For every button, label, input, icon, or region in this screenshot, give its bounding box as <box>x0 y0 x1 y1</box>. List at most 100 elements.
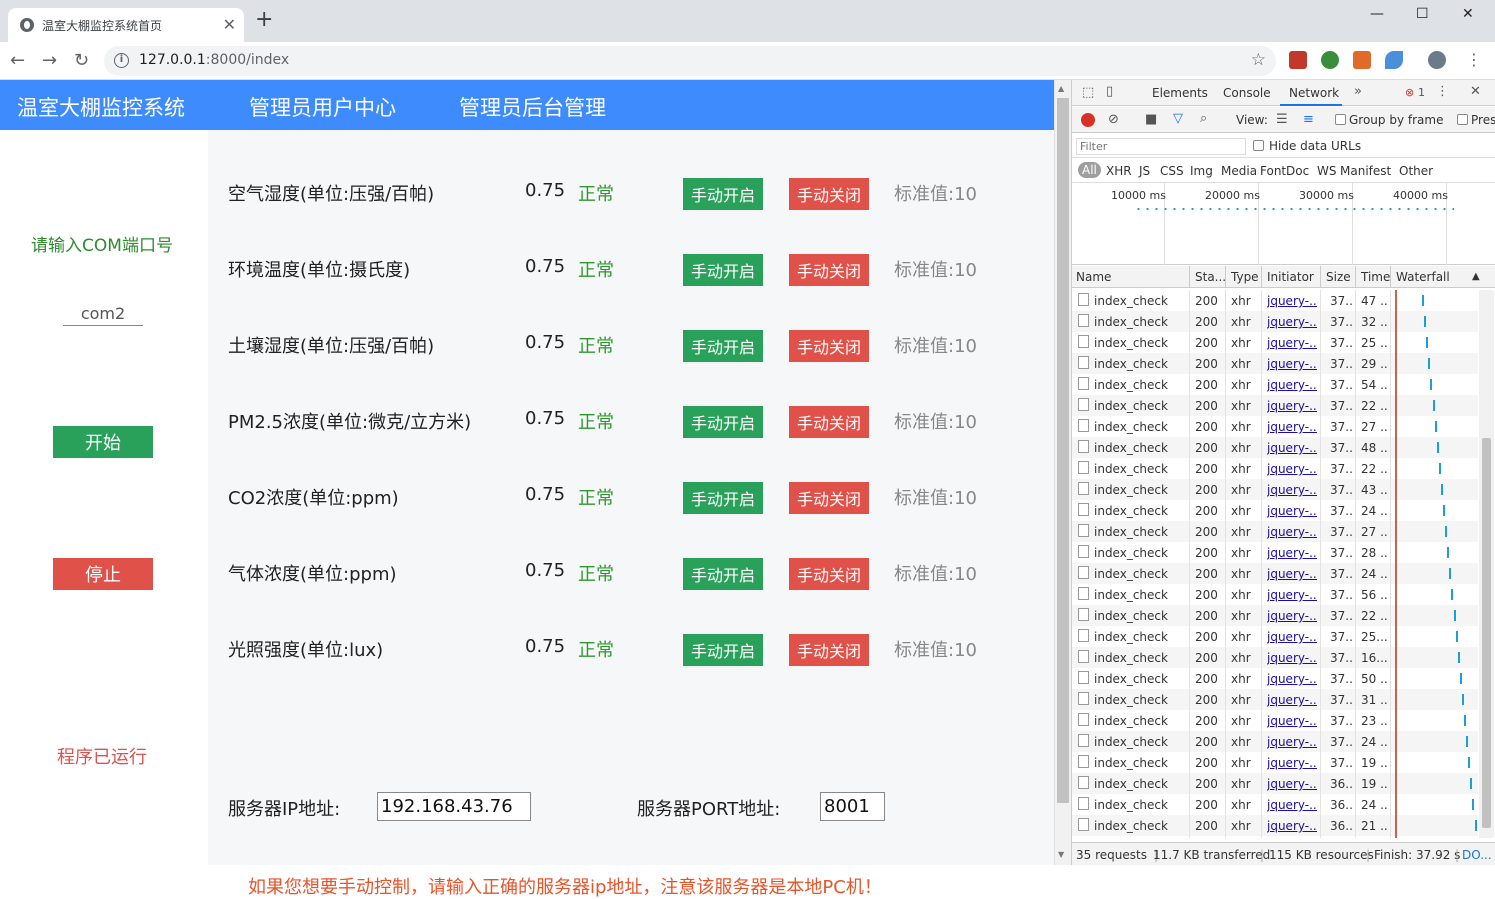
manual-on-button[interactable]: 手动开启 <box>683 634 763 666</box>
request-row[interactable]: index_check 200 xhr jquery-... 37... 22 ... <box>1072 395 1478 416</box>
page-scrollbar[interactable]: ▲ ▼ <box>1054 80 1071 865</box>
request-initiator[interactable]: jquery-... <box>1267 651 1317 665</box>
request-name[interactable]: index_check <box>1094 546 1186 560</box>
col-waterfall[interactable]: Waterfall <box>1396 270 1450 284</box>
request-name[interactable]: index_check <box>1094 567 1186 581</box>
request-row[interactable]: index_check 200 xhr jquery-... 36... 19 ... <box>1072 773 1478 794</box>
request-name[interactable]: index_check <box>1094 819 1186 833</box>
request-name[interactable]: index_check <box>1094 378 1186 392</box>
screenshot-camera-icon[interactable]: ■ <box>1145 112 1157 127</box>
filter-type-manifest[interactable]: Manifest <box>1340 164 1391 178</box>
filter-input[interactable] <box>1076 138 1246 155</box>
filter-type-media[interactable]: Media <box>1221 164 1257 178</box>
request-name[interactable]: index_check <box>1094 714 1186 728</box>
hide-data-urls-checkbox[interactable] <box>1253 140 1264 151</box>
request-name[interactable]: index_check <box>1094 504 1186 518</box>
minimize-button[interactable]: — <box>1370 6 1384 22</box>
page-scrollbar-thumb[interactable] <box>1057 98 1069 803</box>
request-row[interactable]: index_check 200 xhr jquery-... 37... 27 ... <box>1072 521 1478 542</box>
server-port-input[interactable] <box>820 792 885 821</box>
col-name[interactable]: Name <box>1076 270 1111 284</box>
request-row[interactable]: index_check 200 xhr jquery-... 37... 47 ... <box>1072 290 1478 311</box>
request-table-scrollbar[interactable] <box>1479 290 1494 838</box>
search-icon[interactable]: ⌕ <box>1200 111 1207 126</box>
tab-close-icon[interactable]: ✕ <box>223 15 236 34</box>
address-bar[interactable]: i 127.0.0.1:8000/index ☆ <box>104 46 1276 76</box>
request-row[interactable]: index_check 200 xhr jquery-... 37... 48 ... <box>1072 437 1478 458</box>
request-table-scrollbar-thumb[interactable] <box>1482 438 1491 828</box>
request-name[interactable]: index_check <box>1094 609 1186 623</box>
com-port-input[interactable] <box>63 302 143 326</box>
request-initiator[interactable]: jquery-... <box>1267 294 1317 308</box>
request-initiator[interactable]: jquery-... <box>1267 672 1317 686</box>
request-initiator[interactable]: jquery-... <box>1267 525 1317 539</box>
request-initiator[interactable]: jquery-... <box>1267 546 1317 560</box>
col-status[interactable]: Sta... <box>1195 270 1226 284</box>
request-initiator[interactable]: jquery-... <box>1267 462 1317 476</box>
manual-off-button[interactable]: 手动关闭 <box>789 406 869 438</box>
col-size[interactable]: Size <box>1326 270 1351 284</box>
request-name[interactable]: index_check <box>1094 630 1186 644</box>
request-initiator[interactable]: jquery-... <box>1267 609 1317 623</box>
manual-on-button[interactable]: 手动开启 <box>683 254 763 286</box>
filter-type-font[interactable]: Font <box>1260 164 1286 178</box>
request-row[interactable]: index_check 200 xhr jquery-... 37... 25... <box>1072 626 1478 647</box>
request-initiator[interactable]: jquery-... <box>1267 336 1317 350</box>
request-name[interactable]: index_check <box>1094 735 1186 749</box>
clear-icon[interactable]: ⊘ <box>1108 112 1119 127</box>
manual-on-button[interactable]: 手动开启 <box>683 482 763 514</box>
request-row[interactable]: index_check 200 xhr jquery-... 37... 24 ... <box>1072 563 1478 584</box>
server-ip-input[interactable] <box>377 792 531 821</box>
request-name[interactable]: index_check <box>1094 693 1186 707</box>
col-time[interactable]: Time <box>1361 270 1390 284</box>
manual-off-button[interactable]: 手动关闭 <box>789 178 869 210</box>
manual-on-button[interactable]: 手动开启 <box>683 406 763 438</box>
record-icon[interactable] <box>1081 113 1095 127</box>
leaf-extension-icon[interactable] <box>1385 51 1403 69</box>
discount-extension-icon[interactable] <box>1353 51 1371 69</box>
filter-funnel-icon[interactable]: ▽ <box>1173 111 1183 126</box>
stop-button[interactable]: 停止 <box>53 558 153 590</box>
preserve-log-checkbox[interactable] <box>1457 114 1468 125</box>
request-row[interactable]: index_check 200 xhr jquery-... 36... 21 ... <box>1072 815 1478 836</box>
manual-off-button[interactable]: 手动关闭 <box>789 254 869 286</box>
devtools-close-icon[interactable]: ✕ <box>1470 84 1481 99</box>
request-row[interactable]: index_check 200 xhr jquery-... 37... 27 ... <box>1072 416 1478 437</box>
globe-extension-icon[interactable] <box>1321 51 1339 69</box>
manual-on-button[interactable]: 手动开启 <box>683 558 763 590</box>
request-row[interactable]: index_check 200 xhr jquery-... 37... 31 ... <box>1072 689 1478 710</box>
request-name[interactable]: index_check <box>1094 777 1186 791</box>
request-name[interactable]: index_check <box>1094 798 1186 812</box>
devtools-menu-icon[interactable]: ⋮ <box>1436 84 1449 99</box>
tab-elements[interactable]: Elements <box>1152 86 1208 100</box>
list-view-icon[interactable]: ☰ <box>1276 112 1288 127</box>
bookmark-star-icon[interactable]: ☆ <box>1251 50 1266 70</box>
request-initiator[interactable]: jquery-... <box>1267 483 1317 497</box>
request-name[interactable]: index_check <box>1094 441 1186 455</box>
reload-icon[interactable]: ↻ <box>74 51 89 71</box>
profile-avatar[interactable] <box>1428 51 1446 69</box>
request-initiator[interactable]: jquery-... <box>1267 378 1317 392</box>
request-row[interactable]: index_check 200 xhr jquery-... 37... 28 ... <box>1072 542 1478 563</box>
request-row[interactable]: index_check 200 xhr jquery-... 37... 24 ... <box>1072 731 1478 752</box>
request-initiator[interactable]: jquery-... <box>1267 630 1317 644</box>
request-name[interactable]: index_check <box>1094 525 1186 539</box>
filter-type-all[interactable]: All <box>1078 162 1101 178</box>
forward-arrow-icon[interactable]: → <box>42 51 57 71</box>
request-name[interactable]: index_check <box>1094 294 1186 308</box>
request-row[interactable]: index_check 200 xhr jquery-... 37... 23 ... <box>1072 710 1478 731</box>
tab-network[interactable]: Network <box>1289 86 1339 100</box>
request-row[interactable]: index_check 200 xhr jquery-... 37... 25 ... <box>1072 332 1478 353</box>
request-row[interactable]: index_check 200 xhr jquery-... 37... 50 ... <box>1072 668 1478 689</box>
request-initiator[interactable]: jquery-... <box>1267 504 1317 518</box>
sort-up-icon[interactable]: ▲ <box>1472 271 1480 282</box>
manual-off-button[interactable]: 手动关闭 <box>789 330 869 362</box>
browser-tab[interactable]: 温室大棚监控系统首页 ✕ <box>8 8 244 42</box>
scroll-down-arrow-icon[interactable]: ▼ <box>1058 850 1064 859</box>
request-initiator[interactable]: jquery-... <box>1267 420 1317 434</box>
brand-link[interactable]: 温室大棚监控系统 <box>17 92 185 122</box>
request-name[interactable]: index_check <box>1094 315 1186 329</box>
info-icon[interactable]: i <box>114 53 129 68</box>
start-button[interactable]: 开始 <box>53 426 153 458</box>
manual-on-button[interactable]: 手动开启 <box>683 178 763 210</box>
